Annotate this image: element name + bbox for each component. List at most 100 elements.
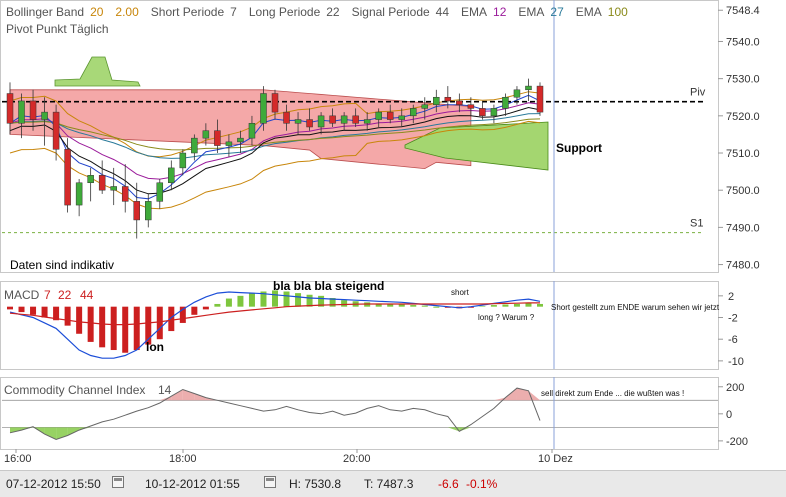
cci-tick-label: 0 [726, 409, 732, 421]
bottom-bar: 07-12-2012 15:50 10-12-2012 01:55 H: 753… [0, 470, 786, 497]
cci-tick-label: -200 [726, 436, 748, 448]
annotation-indicative: Daten sind indikativ [10, 258, 114, 272]
macd-tick-label: -10 [728, 356, 744, 368]
cci-param: 14 [158, 383, 172, 397]
candle-body [110, 186, 117, 191]
candle-body [398, 115, 405, 120]
legend-item: 22 [326, 5, 340, 19]
candle-body [386, 111, 394, 120]
price-tick-label: 7480.0 [726, 260, 760, 272]
calendar-to-icon[interactable] [264, 476, 276, 488]
legend-item: 27 [550, 5, 564, 19]
macd-bar [306, 294, 313, 307]
macd-title: MACD [4, 288, 40, 302]
candle-body [433, 96, 440, 105]
candle-body [133, 201, 140, 221]
candle-body [525, 85, 532, 91]
candle-body [29, 100, 37, 120]
macd-bar [156, 306, 163, 340]
macd-panel [0, 281, 719, 370]
macd-bar [87, 306, 94, 342]
x-tick-label: 20:00 [343, 453, 371, 465]
macd-bar [502, 304, 509, 307]
legend-item: EMA [461, 5, 487, 19]
candle-body [41, 111, 48, 120]
candle-body [18, 100, 25, 124]
macd-param: 22 [58, 288, 72, 302]
macd-bar [225, 298, 232, 307]
macd-bar [283, 291, 290, 307]
candle-body [248, 123, 256, 139]
candle-body [260, 93, 267, 124]
candle-body [87, 175, 94, 184]
macd-tick-label: -2 [728, 313, 738, 325]
cci-tick-label: 200 [726, 382, 744, 394]
candle-body [513, 89, 521, 98]
annotation-long: long ? Warum ? [478, 313, 535, 322]
candle-body [479, 108, 486, 117]
macd-bar [191, 306, 198, 315]
price-tick-label: 7548.4 [726, 5, 760, 17]
annotation-short-gestellt: Short gestellt zum ENDE warum sehen wir … [551, 303, 720, 312]
macd-bar [7, 306, 13, 310]
x-tick-label: 16:00 [4, 453, 32, 465]
macd-bar [421, 305, 428, 307]
annotation-short: short [451, 288, 470, 297]
legend-item: 20 [90, 5, 104, 19]
candle-body [168, 167, 175, 184]
macd-bar [341, 300, 348, 307]
price-tick-label: 7540.0 [726, 36, 760, 48]
price-tick-label: 7500.0 [726, 185, 760, 197]
legend-item: 44 [436, 5, 450, 19]
legend-item: 2.00 [115, 5, 139, 19]
level-label-piv: Piv [690, 87, 706, 99]
macd-bar [295, 293, 302, 307]
price-tick-label: 7520.0 [726, 111, 760, 123]
macd-bar [214, 303, 221, 307]
macd-param: 7 [44, 288, 51, 302]
from-date: 07-12-2012 15:50 [6, 477, 101, 491]
high-readout: H: 7530.8 [289, 477, 342, 491]
change-value: -6.6 [438, 477, 459, 491]
candle-body [52, 111, 60, 150]
candle-body [214, 130, 221, 146]
macd-bar [513, 303, 520, 307]
macd-bar [490, 305, 497, 307]
calendar-from-icon[interactable] [112, 476, 124, 488]
legend-item: 7 [230, 5, 237, 19]
macd-bar [537, 303, 543, 307]
candle-body [375, 111, 382, 120]
macd-bar [237, 295, 244, 307]
macd-bar [433, 306, 440, 308]
legend-item: Long Periode [249, 5, 321, 19]
candle-body [283, 111, 290, 124]
macd-bar [99, 306, 106, 348]
candle-body [536, 85, 544, 113]
candle-body [490, 108, 498, 117]
legend-item: EMA [518, 5, 544, 19]
candle-body [306, 119, 313, 128]
legend-item: Short Periode [151, 5, 225, 19]
candle-body [271, 93, 279, 113]
change-percent: -0.1% [466, 477, 498, 491]
annotation-sell: sell direkt zum Ende ... die wußten was … [541, 389, 684, 398]
price-tick-label: 7510.0 [726, 148, 760, 160]
macd-bar [525, 303, 532, 307]
macd-tick-label: -6 [728, 334, 738, 346]
macd-bar [18, 306, 25, 313]
candle-body [317, 115, 325, 128]
candle-body [225, 141, 233, 146]
price-tick-label: 7490.0 [726, 222, 760, 234]
macd-bar [398, 304, 405, 307]
legend-item: 100 [608, 5, 628, 19]
candle-body [191, 137, 198, 154]
candle-body [467, 104, 475, 109]
annotation-steigend: bla bla bla steigend [273, 279, 384, 293]
macd-bar [41, 306, 48, 318]
macd-bar [64, 306, 71, 326]
candle-body [294, 119, 302, 124]
macd-bar [133, 306, 140, 351]
to-date: 10-12-2012 01:55 [145, 477, 240, 491]
macd-bar [76, 306, 83, 334]
macd-bar [202, 306, 209, 310]
